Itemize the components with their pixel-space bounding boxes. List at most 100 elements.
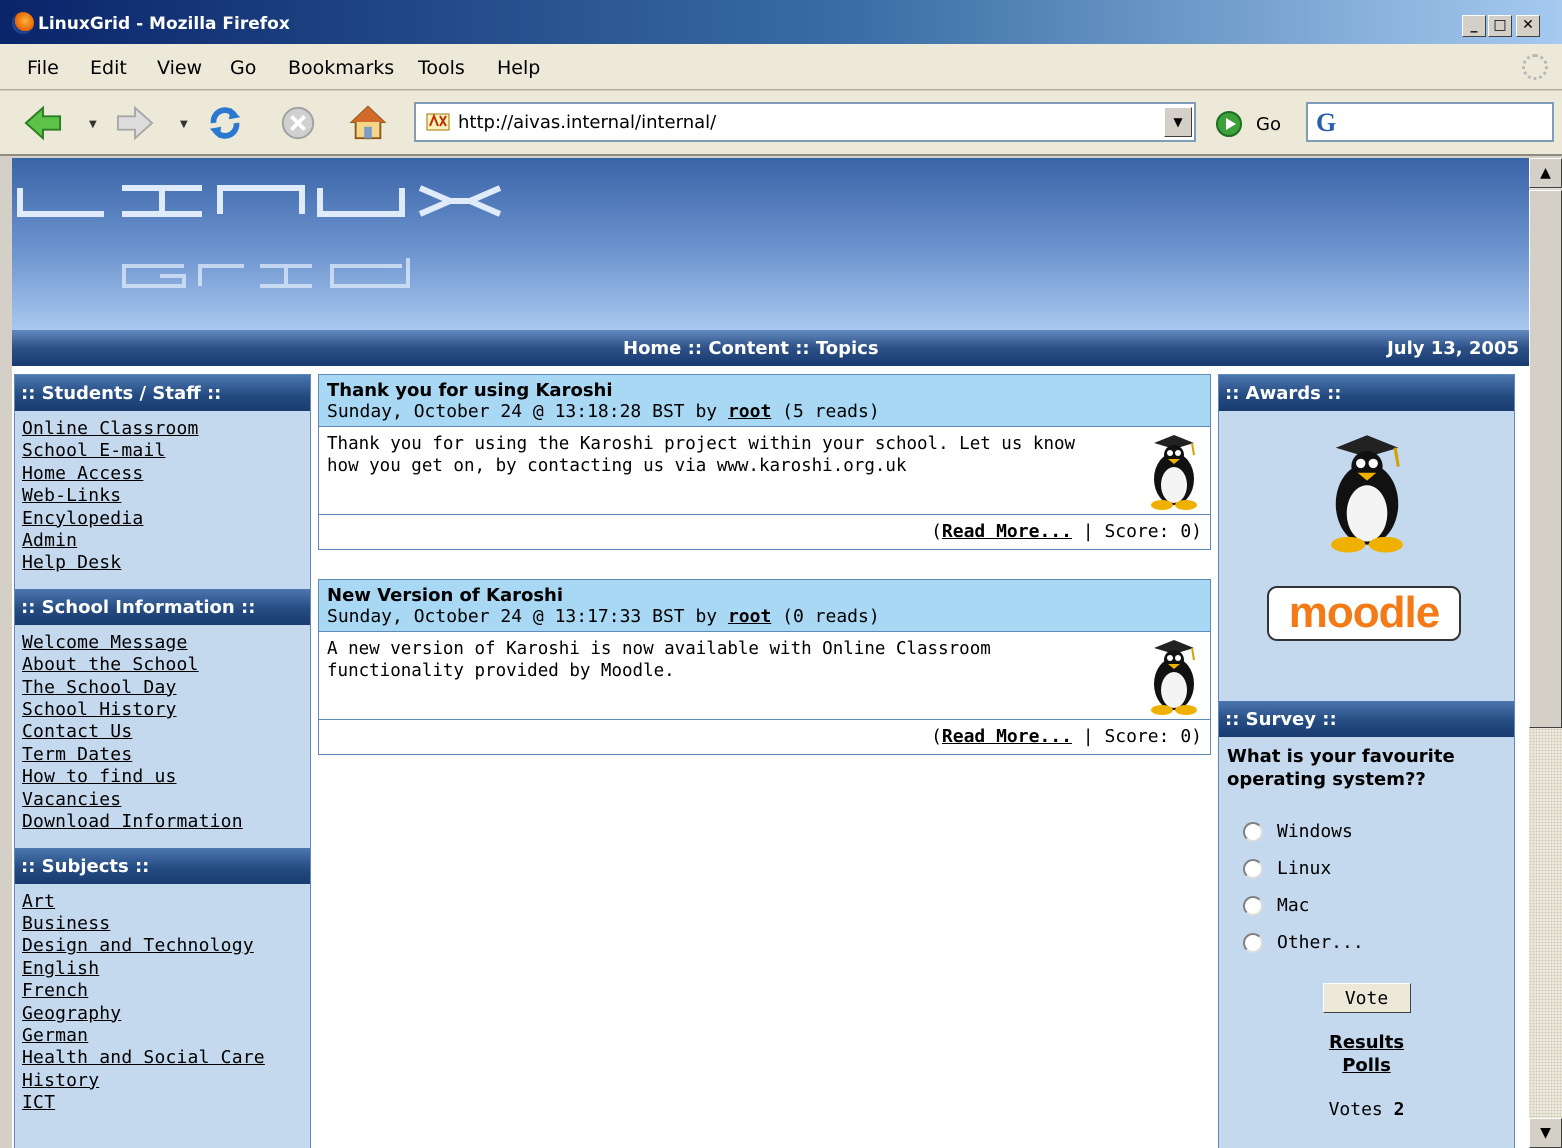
link-geography[interactable]: Geography	[22, 1003, 303, 1025]
article-title: New Version of Karoshi	[327, 585, 564, 606]
article-footer: (Read More... | Score: 0)	[931, 726, 1202, 747]
article-text: Thank you for using the Karoshi project …	[327, 434, 1076, 476]
link-english[interactable]: English	[22, 958, 303, 980]
survey-option[interactable]: Other...	[1243, 924, 1514, 961]
menu-tools[interactable]: Tools	[418, 57, 465, 79]
link-about-school[interactable]: About the School	[22, 654, 303, 676]
menu-file[interactable]: File	[27, 57, 59, 79]
author-link[interactable]: root	[728, 606, 771, 627]
top-navigation: Home :: Content :: Topics July 13, 2005	[12, 330, 1529, 366]
article-text: A new version of Karoshi is now availabl…	[327, 639, 991, 681]
students-staff-heading: :: Students / Staff ::	[15, 375, 310, 411]
scroll-down-icon[interactable]: ▼	[1529, 1118, 1562, 1148]
scroll-up-icon[interactable]: ▲	[1529, 158, 1562, 188]
read-more-link[interactable]: Read More...	[942, 521, 1072, 542]
votes-count: Votes 2	[1219, 1099, 1514, 1120]
close-button[interactable]: ✕	[1516, 15, 1540, 37]
students-staff-links: Online Classroom School E-mail Home Acce…	[15, 411, 310, 589]
menu-bookmarks[interactable]: Bookmarks	[288, 57, 394, 79]
linux-grid-logo	[17, 185, 502, 288]
page-viewport: Home :: Content :: Topics July 13, 2005 …	[12, 158, 1529, 1148]
link-vacancies[interactable]: Vacancies	[22, 789, 303, 811]
article-reads: (5 reads)	[771, 401, 880, 422]
topnav-links[interactable]: Home :: Content :: Topics	[623, 338, 879, 359]
reload-icon[interactable]	[206, 104, 244, 142]
link-health-social-care[interactable]: Health and Social Care	[22, 1047, 303, 1069]
address-text[interactable]: http://aivas.internal/internal/	[458, 112, 716, 133]
moodle-logo[interactable]: moodle	[1267, 586, 1461, 641]
link-history[interactable]: History	[22, 1070, 303, 1092]
window-title: LinuxGrid - Mozilla Firefox	[38, 14, 290, 34]
link-download-information[interactable]: Download Information	[22, 811, 303, 833]
scroll-thumb[interactable]	[1529, 190, 1562, 728]
survey-question: What is your favourite operating system?…	[1227, 746, 1455, 790]
article-reads: (0 reads)	[771, 606, 880, 627]
radio-other[interactable]	[1243, 932, 1263, 953]
karoshi-website-link[interactable]: www.karoshi.org.uk	[717, 456, 907, 476]
vote-button[interactable]: Vote	[1322, 983, 1411, 1013]
read-more-link[interactable]: Read More...	[942, 726, 1072, 747]
search-box[interactable]: G	[1306, 102, 1554, 142]
link-help-desk[interactable]: Help Desk	[22, 552, 303, 574]
link-school-history[interactable]: School History	[22, 699, 303, 721]
polls-link[interactable]: Polls	[1219, 1054, 1514, 1077]
back-dropdown-icon[interactable]: ▼	[89, 119, 97, 130]
option-label: Linux	[1277, 858, 1332, 879]
link-home-access[interactable]: Home Access	[22, 463, 303, 485]
link-ict[interactable]: ICT	[22, 1092, 303, 1114]
go-button[interactable]: Go	[1256, 114, 1281, 135]
forward-dropdown-icon[interactable]: ▼	[180, 119, 188, 130]
go-icon[interactable]	[1216, 111, 1242, 137]
survey-links: Results Polls	[1219, 1031, 1514, 1077]
survey-option[interactable]: Mac	[1243, 887, 1514, 924]
school-information-heading: :: School Information ::	[15, 588, 310, 625]
tux-penguin-icon	[1151, 435, 1197, 510]
window-title-bar: LinuxGrid - Mozilla Firefox _ □ ✕	[0, 0, 1562, 44]
address-dropdown-icon[interactable]: ▼	[1164, 107, 1192, 137]
link-how-to-find-us[interactable]: How to find us	[22, 766, 303, 788]
home-icon[interactable]	[349, 104, 387, 142]
link-school-email[interactable]: School E-mail	[22, 440, 303, 462]
news-article: Thank you for using Karoshi Sunday, Octo…	[318, 374, 1211, 550]
google-search-icon[interactable]: G	[1316, 108, 1336, 138]
link-french[interactable]: French	[22, 980, 303, 1002]
vertical-scrollbar[interactable]: ▲ ▼	[1529, 158, 1562, 1148]
radio-linux[interactable]	[1243, 858, 1263, 879]
link-school-day[interactable]: The School Day	[22, 677, 303, 699]
link-admin[interactable]: Admin	[22, 530, 303, 552]
radio-windows[interactable]	[1243, 821, 1263, 842]
address-bar[interactable]: http://aivas.internal/internal/ ▼	[414, 102, 1196, 142]
stop-icon[interactable]	[279, 104, 317, 142]
link-online-classroom[interactable]: Online Classroom	[22, 418, 303, 440]
link-contact-us[interactable]: Contact Us	[22, 721, 303, 743]
option-label: Windows	[1277, 821, 1353, 842]
article-meta: Sunday, October 24 @ 13:17:33 BST by roo…	[327, 606, 1202, 627]
survey-option[interactable]: Windows	[1243, 813, 1514, 850]
article-header: Thank you for using Karoshi Sunday, Octo…	[319, 375, 1210, 427]
menu-go[interactable]: Go	[230, 57, 256, 79]
radio-mac[interactable]	[1243, 895, 1263, 916]
link-welcome-message[interactable]: Welcome Message	[22, 632, 303, 654]
article-score: | Score: 0)	[1071, 726, 1202, 747]
menu-view[interactable]: View	[157, 57, 202, 79]
link-encyclopedia[interactable]: Encylopedia	[22, 508, 303, 530]
subjects-links: Art Business Design and Technology Engli…	[15, 884, 310, 1129]
maximize-button[interactable]: □	[1488, 15, 1512, 37]
results-link[interactable]: Results	[1219, 1031, 1514, 1054]
author-link[interactable]: root	[728, 401, 771, 422]
link-art[interactable]: Art	[22, 891, 303, 913]
link-term-dates[interactable]: Term Dates	[22, 744, 303, 766]
back-arrow-icon[interactable]	[24, 104, 62, 142]
menu-help[interactable]: Help	[497, 57, 540, 79]
link-web-links[interactable]: Web-Links	[22, 485, 303, 507]
article-meta: Sunday, October 24 @ 13:18:28 BST by roo…	[327, 401, 1202, 422]
minimize-button[interactable]: _	[1462, 15, 1486, 37]
link-german[interactable]: German	[22, 1025, 303, 1047]
menu-edit[interactable]: Edit	[90, 57, 127, 79]
forward-arrow-icon[interactable]	[116, 104, 154, 142]
article-date: Sunday, October 24 @ 13:17:33 BST by	[327, 606, 728, 627]
survey-option[interactable]: Linux	[1243, 850, 1514, 887]
link-design-technology[interactable]: Design and Technology	[22, 935, 303, 957]
link-business[interactable]: Business	[22, 913, 303, 935]
navigation-toolbar: ▼ ▼ http://aivas.internal/internal/ ▼ Go…	[0, 91, 1562, 156]
